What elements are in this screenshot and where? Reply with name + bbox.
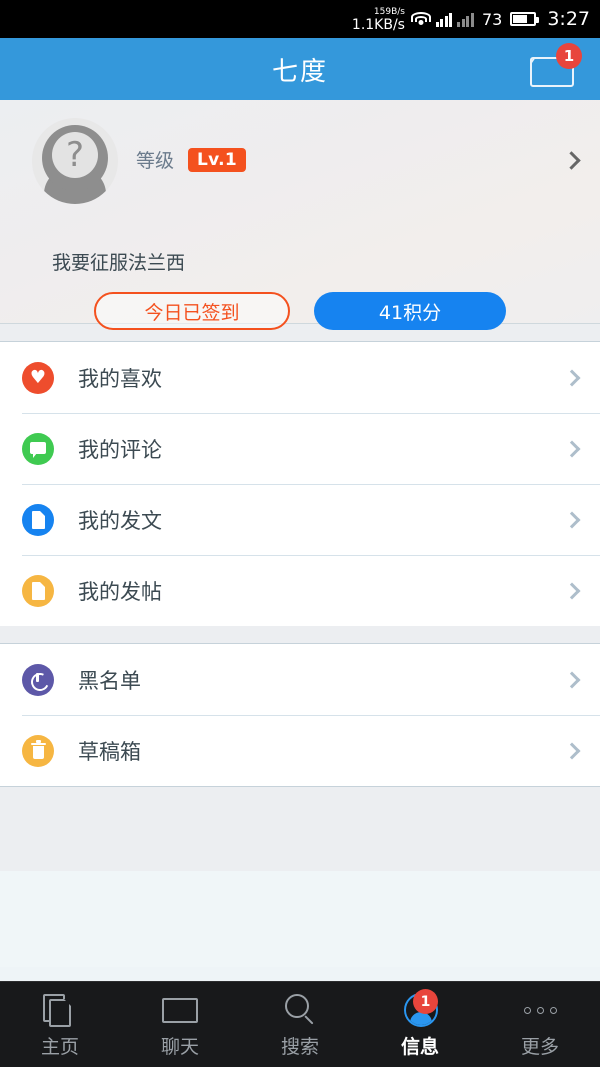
menu-item-my-likes[interactable]: 我的喜欢 xyxy=(0,342,600,413)
comment-icon xyxy=(22,432,54,465)
document-yellow-icon xyxy=(22,574,54,607)
page-filler-top xyxy=(0,786,600,871)
tab-home[interactable]: 主页 xyxy=(0,982,120,1067)
profile-card[interactable]: ? 等级 Lv.1 我要征服法兰西 今日已签到 41积分 xyxy=(0,100,600,330)
chevron-right-icon xyxy=(563,369,581,386)
level-row: 等级 Lv.1 xyxy=(136,146,247,173)
menu-item-my-posts[interactable]: 我的发帖 xyxy=(0,555,600,626)
tab-messages[interactable]: 1 信息 xyxy=(360,982,480,1067)
avatar[interactable]: ? xyxy=(32,118,118,204)
tab-label: 信息 xyxy=(400,1036,439,1058)
block-icon xyxy=(22,663,54,696)
person-icon: 1 xyxy=(397,989,443,1030)
tab-more[interactable]: 更多 xyxy=(480,982,600,1067)
clock: 3:27 xyxy=(547,8,590,30)
tab-label: 主页 xyxy=(40,1036,79,1058)
search-icon xyxy=(277,990,323,1030)
heart-icon xyxy=(22,361,54,394)
chevron-right-icon xyxy=(563,440,581,457)
section-gap xyxy=(0,626,600,644)
points-button[interactable]: 41积分 xyxy=(314,292,506,330)
status-icons: 73 3:27 xyxy=(410,8,590,30)
menu-item-label: 我的发文 xyxy=(78,508,162,533)
bottom-tab-bar: 主页 聊天 搜索 1 信息 更多 xyxy=(0,981,600,1067)
level-badge: Lv.1 xyxy=(188,147,247,172)
menu-item-label: 我的喜欢 xyxy=(78,366,162,391)
menu-group-2: 黑名单 草稿箱 xyxy=(0,644,600,786)
network-speed: 159B/s 1.1KB/s xyxy=(352,4,405,34)
more-dots-icon xyxy=(517,990,563,1030)
menu-item-label: 我的评论 xyxy=(78,437,162,462)
menu-item-label: 黑名单 xyxy=(78,668,141,693)
menu-item-label: 我的发帖 xyxy=(78,579,162,604)
signal-bars-sim2-icon xyxy=(457,12,474,27)
network-download-speed: 1.1KB/s xyxy=(351,17,405,33)
tab-label: 搜索 xyxy=(280,1036,319,1058)
tab-search[interactable]: 搜索 xyxy=(240,982,360,1067)
wifi-icon xyxy=(410,11,431,27)
chevron-right-icon xyxy=(563,511,581,528)
trash-icon xyxy=(22,734,54,767)
battery-percent: 73 xyxy=(481,9,503,29)
battery-icon xyxy=(510,12,540,26)
sign-in-button[interactable]: 今日已签到 xyxy=(94,292,290,330)
envelope-icon xyxy=(157,990,203,1030)
profile-chevron-right-icon[interactable] xyxy=(562,151,581,171)
page-title: 七度 xyxy=(271,56,328,87)
chevron-right-icon xyxy=(563,582,581,599)
avatar-question-icon: ? xyxy=(52,132,98,178)
username: 我要征服法兰西 xyxy=(52,252,186,274)
app-header: 七度 1 xyxy=(0,38,600,100)
mail-button[interactable]: 1 xyxy=(530,43,582,89)
mail-badge: 1 xyxy=(556,43,582,69)
tab-label: 聊天 xyxy=(160,1036,199,1058)
status-bar: 159B/s 1.1KB/s 73 3:27 xyxy=(0,0,600,38)
menu-item-my-comments[interactable]: 我的评论 xyxy=(0,413,600,484)
tab-chat[interactable]: 聊天 xyxy=(120,982,240,1067)
menu-item-blacklist[interactable]: 黑名单 xyxy=(0,644,600,715)
menu-item-my-articles[interactable]: 我的发文 xyxy=(0,484,600,555)
menu-group-1: 我的喜欢 我的评论 我的发文 我的发帖 xyxy=(0,342,600,626)
level-label: 等级 xyxy=(136,150,175,172)
menu-item-drafts[interactable]: 草稿箱 xyxy=(0,715,600,786)
tab-badge: 1 xyxy=(413,989,438,1014)
menu-item-label: 草稿箱 xyxy=(78,739,141,764)
documents-icon xyxy=(37,990,83,1030)
document-blue-icon xyxy=(22,503,54,536)
profile-actions: 今日已签到 41积分 xyxy=(0,292,600,330)
signal-bars-sim1-icon xyxy=(435,12,453,27)
chevron-right-icon xyxy=(563,671,581,688)
page-filler-bottom xyxy=(0,871,600,967)
chevron-right-icon xyxy=(563,742,581,759)
tab-label: 更多 xyxy=(520,1036,559,1058)
